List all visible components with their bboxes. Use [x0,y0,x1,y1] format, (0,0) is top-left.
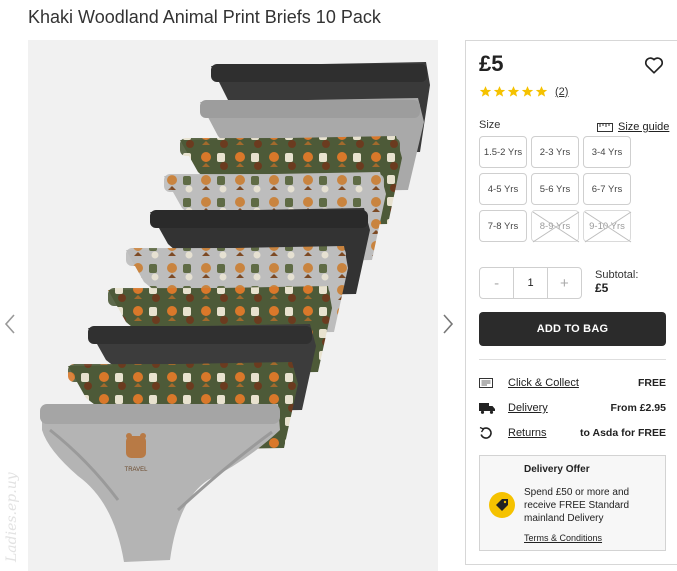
strikethrough-cross-icon [532,211,580,243]
gallery-next-button[interactable] [441,312,455,336]
purchase-panel: £5 (2) Size Size guide 1.5-2 Yrs 2-3 Yrs… [465,40,677,565]
size-option[interactable]: 5-6 Yrs [531,173,579,205]
product-price: £5 [479,51,504,76]
add-to-bag-button[interactable]: ADD TO BAG [479,312,666,346]
size-option-label: 5-6 Yrs [539,183,571,195]
click-collect-value: FREE [637,377,666,389]
favourite-button[interactable] [643,54,665,76]
size-option[interactable]: 4-5 Yrs [479,173,527,205]
product-image[interactable]: TRAVEL [28,40,438,571]
size-option-label: 7-8 Yrs [487,220,519,232]
product-title: Khaki Woodland Animal Print Briefs 10 Pa… [28,7,381,27]
size-option-label: 1.5-2 Yrs [483,146,523,158]
delivery-value: From £2.95 [610,402,666,414]
size-option[interactable]: 6-7 Yrs [583,173,631,205]
ruler-icon [597,122,613,132]
bear-tag [126,433,146,458]
delivery-row-delivery: Delivery From £2.95 [479,400,666,416]
briefs-pack-illustration: TRAVEL [28,40,438,571]
size-option-label: 6-7 Yrs [591,183,623,195]
watermark-text: Ladies.ep.uy [4,472,20,562]
size-label: Size [479,119,501,131]
returns-link[interactable]: Returns [508,427,547,439]
delivery-offer-box: Delivery Offer Spend £50 or more and rec… [479,455,666,551]
return-arrow-icon [479,426,499,440]
rating-stars[interactable]: (2) [479,85,568,98]
price-tag-icon [489,492,515,518]
quantity-decrease-button[interactable]: - [480,268,513,298]
click-collect-link[interactable]: Click & Collect [508,377,579,389]
strikethrough-cross-icon [584,211,632,243]
quantity-increase-button[interactable]: + [548,268,581,298]
chevron-right-icon [443,314,454,334]
size-guide-label: Size guide [618,121,670,133]
size-option-label: 2-3 Yrs [539,146,571,158]
size-option-label: 4-5 Yrs [487,183,519,195]
review-count-link[interactable]: (2) [555,86,568,98]
star-icon [493,86,506,97]
size-option-out-of-stock[interactable]: 8-9 Yrs [531,210,580,243]
returns-value: to Asda for FREE [580,427,666,439]
print-tag-text: TRAVEL [125,467,149,473]
star-icon [507,86,520,97]
size-option[interactable]: 1.5-2 Yrs [479,136,527,168]
offer-title: Delivery Offer [524,464,590,475]
size-options: 1.5-2 Yrs 2-3 Yrs 3-4 Yrs 4-5 Yrs 5-6 Yr… [479,136,635,243]
heart-outline-icon [644,57,664,74]
terms-conditions-link[interactable]: Terms & Conditions [524,533,602,543]
size-option-out-of-stock[interactable]: 9-10 Yrs [583,210,632,243]
delivery-row-click-collect: Click & Collect FREE [479,375,666,391]
star-icon [521,86,534,97]
size-option[interactable]: 2-3 Yrs [531,136,579,168]
quantity-stepper: - 1 + [479,267,582,299]
subtotal-amount: £5 [595,281,609,295]
truck-icon [479,401,499,415]
gallery-prev-button[interactable] [3,312,17,336]
size-guide-link[interactable]: Size guide [597,121,669,133]
size-option[interactable]: 7-8 Yrs [479,210,527,242]
delivery-row-returns: Returns to Asda for FREE [479,425,666,441]
offer-text: Spend £50 or more and receive FREE Stand… [524,487,630,524]
chevron-left-icon [4,314,15,334]
size-option[interactable]: 3-4 Yrs [583,136,631,168]
size-option-label: 3-4 Yrs [591,146,623,158]
divider [479,359,666,360]
delivery-link[interactable]: Delivery [508,402,548,414]
star-icon [479,86,492,97]
subtotal: Subtotal: £5 [595,269,638,295]
store-card-icon [479,376,499,390]
star-icon [535,86,548,97]
quantity-value[interactable]: 1 [513,268,548,298]
